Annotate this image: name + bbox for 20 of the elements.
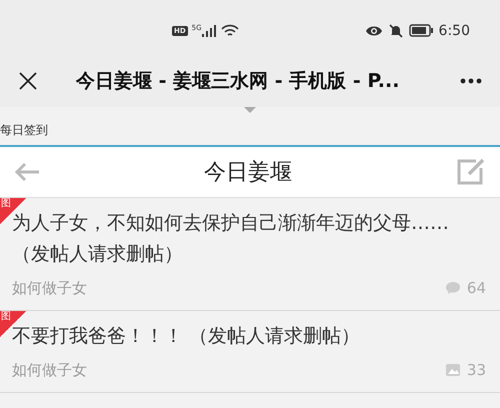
clock-time: 6:50: [438, 22, 470, 38]
battery-icon: [408, 24, 433, 37]
image-icon: [444, 363, 461, 377]
dropdown-arrow-icon[interactable]: [244, 107, 256, 113]
speech-bubble-icon: [444, 281, 461, 295]
reply-count: 33: [466, 361, 486, 379]
signal-icon: [202, 24, 216, 36]
page-title: 今日姜堰 - 姜堰三水网 - 手机版 - P...: [76, 69, 400, 94]
eye-icon: [364, 24, 383, 36]
more-icon[interactable]: [460, 78, 482, 84]
post-category: 如何做子女: [12, 360, 88, 380]
edit-icon[interactable]: [456, 158, 486, 186]
bell-off-icon: [388, 22, 404, 38]
sign-in-link[interactable]: 每日签到: [0, 122, 48, 138]
header-title: 今日姜堰: [203, 159, 293, 187]
reply-count: 64: [466, 279, 486, 297]
post-category: 如何做子女: [12, 278, 88, 298]
close-icon[interactable]: [18, 71, 38, 91]
back-arrow-icon[interactable]: [14, 162, 40, 182]
wifi-icon: [220, 24, 239, 38]
